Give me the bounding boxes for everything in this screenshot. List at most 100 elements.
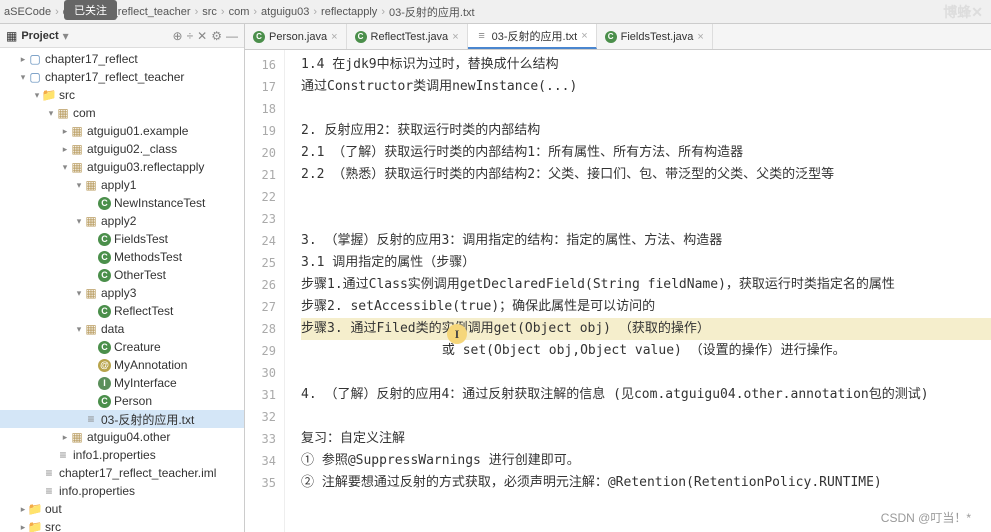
tree-item[interactable]: ≡info1.properties [0, 446, 244, 464]
project-toggle-icon[interactable]: ▦ [6, 29, 17, 43]
tree-item[interactable]: ≡info.properties [0, 482, 244, 500]
editor-tabs: CPerson.java×CReflectTest.java×≡03-反射的应用… [245, 24, 991, 50]
breadcrumb-item[interactable]: atguigu03 [261, 6, 309, 18]
code-line[interactable]: 3. （掌握）反射的应用3：调用指定的结构：指定的属性、方法、构造器 [301, 230, 991, 252]
code-line[interactable]: 4. （了解）反射的应用4：通过反射获取注解的信息 (见com.atguigu0… [301, 384, 991, 406]
editor-tab[interactable]: CPerson.java× [245, 24, 347, 49]
tree-item[interactable]: CMethodsTest [0, 248, 244, 266]
line-number: 19 [245, 120, 276, 142]
tree-twisty[interactable]: ▾ [74, 288, 84, 299]
breadcrumb-item[interactable]: aSECode [4, 6, 51, 18]
tree-twisty[interactable]: ▸ [18, 522, 28, 532]
tab-label: ReflectTest.java [371, 31, 449, 43]
editor-tab[interactable]: CFieldsTest.java× [597, 24, 713, 49]
tree-item[interactable]: ▸📁out [0, 500, 244, 518]
header-icon[interactable]: — [226, 29, 238, 43]
tree-twisty[interactable]: ▾ [32, 90, 42, 101]
tree-label: com [73, 106, 96, 120]
code-line[interactable] [301, 186, 991, 208]
tree-item[interactable]: @MyAnnotation [0, 356, 244, 374]
line-number: 34 [245, 450, 276, 472]
tree-item[interactable]: CFieldsTest [0, 230, 244, 248]
project-tree[interactable]: ▸▢chapter17_reflect▾▢chapter17_reflect_t… [0, 48, 244, 532]
tree-twisty[interactable]: ▾ [46, 108, 56, 119]
header-icon[interactable]: ✕ [197, 29, 207, 43]
tree-label: chapter17_reflect_teacher.iml [59, 466, 216, 480]
code-line[interactable]: 1.4 在jdk9中标识为过时，替换成什么结构 [301, 54, 991, 76]
tree-twisty[interactable]: ▾ [74, 324, 84, 335]
tree-twisty[interactable]: ▸ [60, 126, 70, 137]
tree-item[interactable]: COtherTest [0, 266, 244, 284]
editor[interactable]: 1617181920212223242526272829303132333435… [245, 50, 991, 532]
tree-twisty[interactable]: ▾ [74, 216, 84, 227]
code-line[interactable] [301, 98, 991, 120]
code-line[interactable]: 2.2 （熟悉）获取运行时类的内部结构2：父类、接口们、包、带泛型的父类、父类的… [301, 164, 991, 186]
line-number: 33 [245, 428, 276, 450]
header-icon[interactable]: ⚙ [211, 29, 222, 43]
tree-item[interactable]: ▾▦apply3 [0, 284, 244, 302]
code-line[interactable]: 步骤1.通过Class实例调用getDeclaredField(String f… [301, 274, 991, 296]
tree-item[interactable]: ▾▦apply2 [0, 212, 244, 230]
prop-icon: ≡ [42, 484, 56, 498]
tree-twisty[interactable]: ▸ [60, 432, 70, 443]
breadcrumb-item[interactable]: com [229, 6, 250, 18]
tree-twisty[interactable]: ▾ [18, 72, 28, 83]
tree-twisty[interactable]: ▸ [60, 144, 70, 155]
tree-item[interactable]: ▾📁src [0, 86, 244, 104]
header-icon[interactable]: ÷ [187, 29, 194, 43]
tree-item[interactable]: IMyInterface [0, 374, 244, 392]
code-line[interactable]: 2.1 （了解）获取运行时类的内部结构1：所有属性、所有方法、所有构造器 [301, 142, 991, 164]
tab-close[interactable]: × [581, 30, 587, 42]
tree-item[interactable]: ▸▢chapter17_reflect [0, 50, 244, 68]
dropdown-icon[interactable]: ▾ [63, 29, 69, 43]
class-c-icon: C [98, 305, 111, 318]
code-line[interactable]: 步骤3. 通过Filed类的实例调用get(Object obj) （获取的操作… [301, 318, 991, 340]
editor-tab[interactable]: ≡03-反射的应用.txt× [468, 24, 597, 49]
tree-item[interactable]: CPerson [0, 392, 244, 410]
tab-close[interactable]: × [331, 31, 337, 43]
tab-close[interactable]: × [452, 31, 458, 43]
breadcrumb-item[interactable]: src [202, 6, 217, 18]
code-line[interactable] [301, 208, 991, 230]
tree-twisty[interactable]: ▸ [18, 504, 28, 515]
tree-item[interactable]: ▾▦data [0, 320, 244, 338]
tab-close[interactable]: × [697, 31, 703, 43]
breadcrumb-item[interactable]: 03-反射的应用.txt [389, 4, 475, 20]
tree-item[interactable]: ≡chapter17_reflect_teacher.iml [0, 464, 244, 482]
tree-twisty[interactable]: ▸ [18, 54, 28, 65]
class-c-icon: C [98, 233, 111, 246]
tree-item[interactable]: ≡03-反射的应用.txt [0, 410, 244, 428]
tree-twisty[interactable]: ▾ [74, 180, 84, 191]
tree-item[interactable]: CNewInstanceTest [0, 194, 244, 212]
code-line[interactable]: 通过Constructor类调用newInstance(...) [301, 76, 991, 98]
tree-item[interactable]: CReflectTest [0, 302, 244, 320]
credit-text: CSDN @叮当！* [881, 509, 971, 526]
breadcrumb-item[interactable]: reflectapply [321, 6, 377, 18]
code-line[interactable] [301, 362, 991, 384]
tree-twisty[interactable]: ▾ [60, 162, 70, 173]
tree-label: ReflectTest [114, 304, 173, 318]
code-area[interactable]: 1.4 在jdk9中标识为过时，替换成什么结构通过Constructor类调用n… [285, 50, 991, 532]
editor-tab[interactable]: CReflectTest.java× [347, 24, 468, 49]
tree-item[interactable]: ▸📁src [0, 518, 244, 532]
tree-item[interactable]: ▸▦atguigu02._class [0, 140, 244, 158]
code-line[interactable]: 复习：自定义注解 [301, 428, 991, 450]
code-line[interactable]: ② 注解要想通过反射的方式获取，必须声明元注解：@Retention(Reten… [301, 472, 991, 494]
header-icon[interactable]: ⊕ [173, 29, 183, 43]
package-icon: ▦ [84, 214, 98, 228]
code-line[interactable]: 步骤2. setAccessible(true)；确保此属性是可以访问的 [301, 296, 991, 318]
code-line[interactable] [301, 406, 991, 428]
code-line[interactable]: 3.1 调用指定的属性（步骤） [301, 252, 991, 274]
tree-item[interactable]: ▾▦apply1 [0, 176, 244, 194]
tree-item[interactable]: ▾▢chapter17_reflect_teacher [0, 68, 244, 86]
code-line[interactable]: 2. 反射应用2：获取运行时类的内部结构 [301, 120, 991, 142]
tree-item[interactable]: ▸▦atguigu01.example [0, 122, 244, 140]
class-c-icon: C [98, 341, 111, 354]
tree-item[interactable]: CCreature [0, 338, 244, 356]
tree-item[interactable]: ▾▦atguigu03.reflectapply [0, 158, 244, 176]
tree-label: atguigu02._class [87, 142, 177, 156]
code-line[interactable]: 或 set(Object obj,Object value) （设置的操作）进行… [301, 340, 991, 362]
tree-item[interactable]: ▾▦com [0, 104, 244, 122]
code-line[interactable]: ① 参照@SuppressWarnings 进行创建即可。 [301, 450, 991, 472]
tree-item[interactable]: ▸▦atguigu04.other [0, 428, 244, 446]
